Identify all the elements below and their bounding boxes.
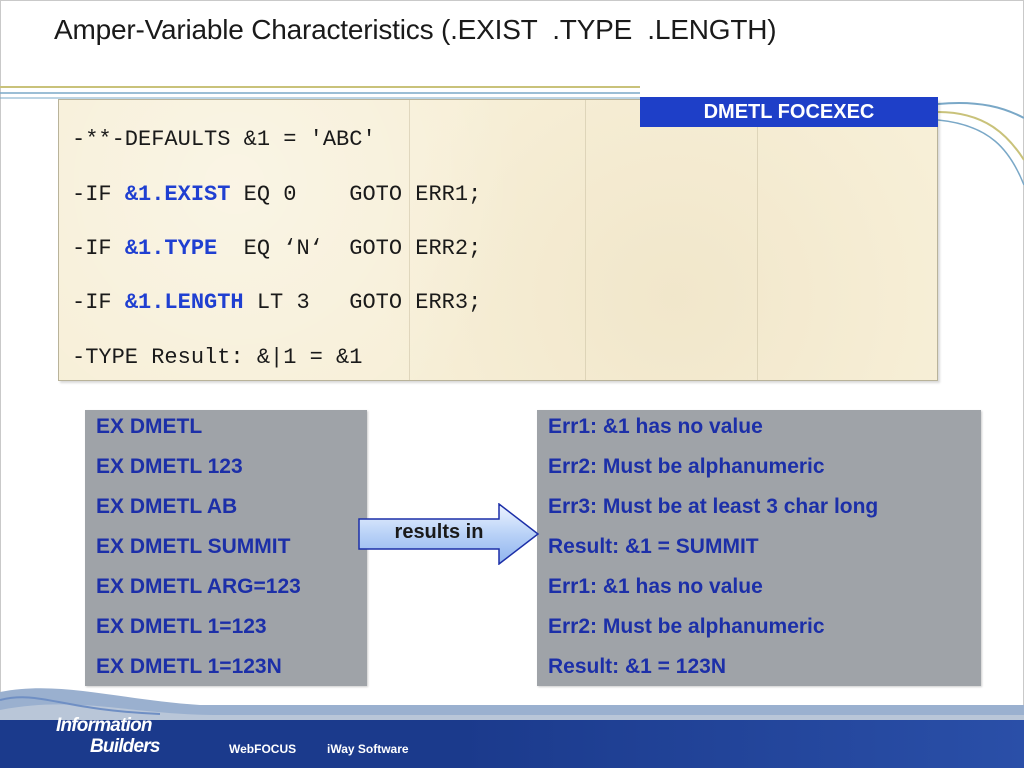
- code-keyword: &1.LENGTH: [124, 290, 244, 315]
- code-line-result: -TYPE Result: &|1 = &1: [72, 345, 363, 370]
- code-line-type: -IF &1.TYPE EQ ‘N‘ GOTO ERR2;: [72, 236, 481, 261]
- panel-texture-line: [757, 100, 758, 380]
- arrow-label: results in: [394, 521, 484, 543]
- code-text: -IF: [72, 290, 125, 315]
- code-keyword: &1.TYPE: [124, 236, 218, 261]
- command-item: EX DMETL 1=123: [96, 615, 267, 638]
- code-text: -IF: [72, 236, 125, 261]
- result-item: Err2: Must be alphanumeric: [548, 615, 825, 638]
- result-item: Err1: &1 has no value: [548, 575, 763, 598]
- results-box: Err1: &1 has no value Err2: Must be alph…: [537, 410, 981, 686]
- result-item: Result: &1 = SUMMIT: [548, 535, 759, 558]
- panel-texture-line: [585, 100, 586, 380]
- code-line-defaults: -**-DEFAULTS &1 = 'ABC': [72, 127, 376, 152]
- footer-link-webfocus[interactable]: WebFOCUS: [229, 742, 296, 756]
- command-item: EX DMETL AB: [96, 495, 238, 518]
- code-text: EQ ‘N‘ GOTO ERR2;: [217, 236, 482, 261]
- result-item: Err1: &1 has no value: [548, 415, 763, 438]
- code-keyword: &1.EXIST: [124, 182, 231, 207]
- code-text: LT 3 GOTO ERR3;: [243, 290, 482, 315]
- footer-link-iway[interactable]: iWay Software: [327, 742, 409, 756]
- focexec-badge: DMETL FOCEXEC: [640, 97, 938, 127]
- command-item: EX DMETL ARG=123: [96, 575, 301, 598]
- logo-text: Information: [56, 715, 153, 736]
- slide-title: Amper-Variable Characteristics (.EXIST .…: [54, 14, 777, 45]
- commands-box: EX DMETL EX DMETL 123 EX DMETL AB EX DME…: [85, 410, 367, 686]
- code-line-length: -IF &1.LENGTH LT 3 GOTO ERR3;: [72, 290, 481, 315]
- command-item: EX DMETL SUMMIT: [96, 535, 291, 558]
- result-item: Err3: Must be at least 3 char long: [548, 495, 879, 518]
- result-item: Err2: Must be alphanumeric: [548, 455, 825, 478]
- code-text: -IF: [72, 182, 125, 207]
- code-text: EQ 0 GOTO ERR1;: [230, 182, 482, 207]
- code-panel: -**-DEFAULTS &1 = 'ABC' -IF &1.EXIST EQ …: [58, 99, 938, 381]
- command-item: EX DMETL: [96, 415, 203, 438]
- command-item: EX DMETL 123: [96, 455, 243, 478]
- code-line-exist: -IF &1.EXIST EQ 0 GOTO ERR1;: [72, 182, 481, 207]
- logo-text: Builders: [90, 736, 160, 757]
